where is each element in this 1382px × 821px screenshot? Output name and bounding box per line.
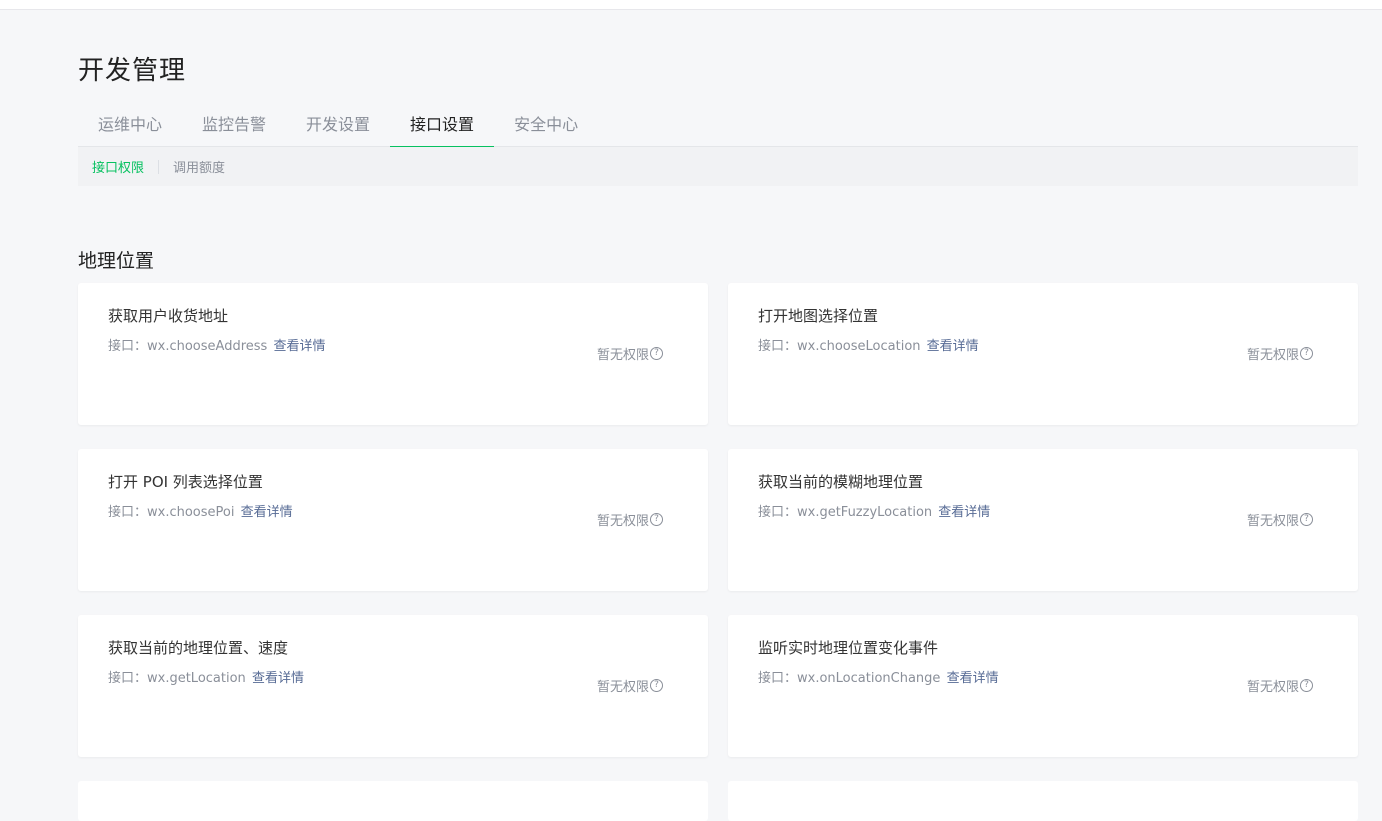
view-details-link[interactable]: 查看详情 <box>938 505 990 520</box>
subtab-divider <box>158 159 160 174</box>
api-card-title: 获取当前的模糊地理位置 <box>758 473 924 491</box>
api-name: 接口：wx.getLocation <box>108 671 246 686</box>
top-nav-bar <box>0 0 1382 10</box>
api-card-grid: 获取用户收货地址 接口：wx.chooseAddress 查看详情 暂无权限 ?… <box>78 283 1358 757</box>
api-name: 接口：wx.chooseAddress <box>108 339 268 354</box>
api-card-title: 获取用户收货地址 <box>108 307 229 325</box>
api-name: 接口：wx.getFuzzyLocation <box>758 505 933 520</box>
question-circle-icon[interactable]: ? <box>650 679 663 692</box>
api-card-partial <box>728 781 1358 821</box>
api-card-interface: 接口：wx.choosePoi 查看详情 <box>108 504 678 522</box>
api-card-interface: 接口：wx.chooseLocation 查看详情 <box>758 338 1328 356</box>
api-card-interface: 接口：wx.chooseAddress 查看详情 <box>108 338 678 356</box>
question-circle-icon[interactable]: ? <box>1300 513 1313 526</box>
permission-status-label: 暂无权限 <box>1246 514 1299 529</box>
api-card-interface: 接口：wx.getFuzzyLocation 查看详情 <box>758 504 1328 522</box>
view-details-link[interactable]: 查看详情 <box>241 505 293 520</box>
api-card: 打开地图选择位置 接口：wx.chooseLocation 查看详情 暂无权限 … <box>728 283 1358 425</box>
view-details-link[interactable]: 查看详情 <box>947 671 999 686</box>
permission-status-label: 暂无权限 <box>1246 680 1299 695</box>
permission-status: 暂无权限 ? <box>1247 676 1313 695</box>
subtab-call-quota[interactable]: 调用额度 <box>173 157 225 176</box>
api-card: 获取当前的地理位置、速度 接口：wx.getLocation 查看详情 暂无权限… <box>78 615 708 757</box>
api-card-title: 打开地图选择位置 <box>758 307 879 325</box>
permission-status: 暂无权限 ? <box>1247 344 1313 363</box>
question-circle-icon[interactable]: ? <box>650 513 663 526</box>
tab-ops-center[interactable]: 运维中心 <box>78 104 182 147</box>
permission-status-label: 暂无权限 <box>596 680 649 695</box>
api-card: 监听实时地理位置变化事件 接口：wx.onLocationChange 查看详情… <box>728 615 1358 757</box>
tab-dev-settings[interactable]: 开发设置 <box>286 104 390 147</box>
api-card: 获取当前的模糊地理位置 接口：wx.getFuzzyLocation 查看详情 … <box>728 449 1358 591</box>
api-name: 接口：wx.chooseLocation <box>758 339 921 354</box>
permission-status-label: 暂无权限 <box>596 514 649 529</box>
permission-status: 暂无权限 ? <box>597 344 663 363</box>
page-title: 开发管理 <box>78 56 187 86</box>
api-card-title: 获取当前的地理位置、速度 <box>108 639 289 657</box>
question-circle-icon[interactable]: ? <box>650 347 663 360</box>
api-name: 接口：wx.choosePoi <box>108 505 235 520</box>
api-card-title: 打开 POI 列表选择位置 <box>108 473 263 491</box>
permission-status: 暂无权限 ? <box>1247 510 1313 529</box>
permission-status: 暂无权限 ? <box>597 510 663 529</box>
sub-tabs: 接口权限 调用额度 <box>78 147 1358 186</box>
question-circle-icon[interactable]: ? <box>1300 679 1313 692</box>
api-card-title: 监听实时地理位置变化事件 <box>758 639 939 657</box>
main-tabs: 运维中心 监控告警 开发设置 接口设置 安全中心 <box>78 104 1358 148</box>
tab-monitoring-alerts[interactable]: 监控告警 <box>182 104 286 147</box>
tab-security-center[interactable]: 安全中心 <box>494 104 598 147</box>
question-circle-icon[interactable]: ? <box>1300 347 1313 360</box>
view-details-link[interactable]: 查看详情 <box>927 339 979 354</box>
permission-status-label: 暂无权限 <box>1246 348 1299 363</box>
api-name: 接口：wx.onLocationChange <box>758 671 941 686</box>
subtab-api-permissions[interactable]: 接口权限 <box>92 157 144 176</box>
api-card-partial <box>78 781 708 821</box>
api-card-interface: 接口：wx.onLocationChange 查看详情 <box>758 670 1328 688</box>
tab-api-settings[interactable]: 接口设置 <box>390 104 495 148</box>
api-card: 获取用户收货地址 接口：wx.chooseAddress 查看详情 暂无权限 ? <box>78 283 708 425</box>
permission-status-label: 暂无权限 <box>596 348 649 363</box>
view-details-link[interactable]: 查看详情 <box>252 671 304 686</box>
permission-status: 暂无权限 ? <box>597 676 663 695</box>
api-card-row-partial <box>78 781 1358 821</box>
section-title-location: 地理位置 <box>78 250 155 272</box>
api-card-interface: 接口：wx.getLocation 查看详情 <box>108 670 678 688</box>
api-card: 打开 POI 列表选择位置 接口：wx.choosePoi 查看详情 暂无权限 … <box>78 449 708 591</box>
view-details-link[interactable]: 查看详情 <box>273 339 325 354</box>
